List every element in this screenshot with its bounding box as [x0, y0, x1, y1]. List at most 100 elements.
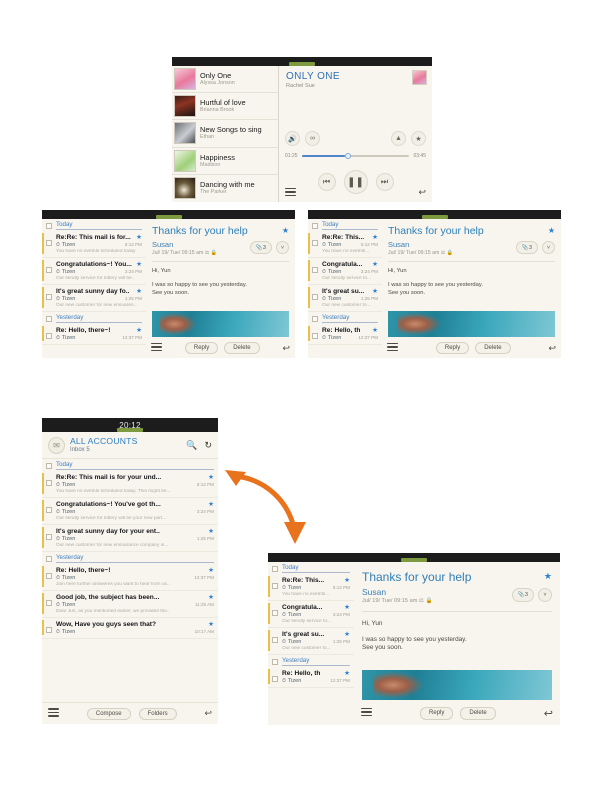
seek-handle[interactable]	[344, 153, 351, 159]
star-icon[interactable]: ★	[136, 260, 142, 268]
group-checkbox[interactable]	[46, 555, 52, 562]
chevron-down-icon[interactable]: ˅	[276, 241, 289, 254]
refresh-icon[interactable]: ↻	[204, 440, 212, 451]
row-checkbox[interactable]	[46, 294, 52, 300]
star-icon[interactable]: ★	[282, 226, 289, 235]
reply-button[interactable]: Reply	[435, 342, 470, 354]
table-row[interactable]: Congratula... ★ ⏱ Tizen 3:24 PM Our fiendly…	[308, 258, 382, 285]
table-row[interactable]: Re: Hello, there~! ★ ⏱ Tizen 12:37 PM	[42, 324, 146, 345]
star-icon[interactable]: ★	[372, 233, 378, 241]
star-icon[interactable]: ★	[208, 593, 214, 601]
table-row[interactable]: Re:Re: This... ★ ⏱ Tizen 5:12 PM You have n…	[268, 574, 354, 601]
list-item[interactable]: Happiness Madison	[172, 148, 278, 175]
music-track-list[interactable]: Only One Alyssa Jonson Hurtful of love B…	[172, 66, 279, 202]
back-icon[interactable]: ↩	[204, 708, 212, 719]
row-checkbox[interactable]	[46, 507, 52, 513]
reply-button[interactable]: Reply	[420, 706, 454, 720]
shuffle-icon[interactable]: ∞	[305, 131, 320, 146]
table-row[interactable]: Re:Re: This mail is for your und... ★ ⏱ Ti…	[42, 471, 218, 498]
mail-list-c[interactable]: Today Re:Re: This... ★ ⏱ Tizen 5:12 PM You …	[268, 562, 354, 725]
star-icon[interactable]: ★	[544, 571, 552, 582]
hamburger-icon[interactable]	[285, 187, 296, 199]
star-icon[interactable]: ★	[344, 603, 350, 611]
back-icon[interactable]: ↩	[282, 343, 290, 354]
group-checkbox[interactable]	[272, 658, 278, 665]
group-checkbox[interactable]	[46, 222, 52, 229]
row-checkbox[interactable]	[312, 333, 318, 339]
back-icon[interactable]: ↩	[544, 707, 553, 720]
group-checkbox[interactable]	[312, 222, 318, 229]
table-row[interactable]: It's great su... ★ ⏱ Tizen 1:25 PM Our new …	[268, 628, 354, 655]
hamburger-icon[interactable]	[48, 708, 59, 719]
back-icon[interactable]: ↩	[418, 187, 426, 198]
row-checkbox[interactable]	[46, 480, 52, 486]
star-icon[interactable]: ★	[344, 630, 350, 638]
star-icon[interactable]: ★	[372, 260, 378, 268]
row-checkbox[interactable]	[272, 610, 278, 616]
table-row[interactable]: It's great sunny day for your ent.. ★ ⏱ Ti…	[42, 525, 218, 552]
star-icon[interactable]: ★	[344, 576, 350, 584]
star-icon[interactable]: ★	[208, 500, 214, 508]
attachment-chip[interactable]: 📎 3	[249, 241, 272, 254]
chevron-down-icon[interactable]: ˅	[538, 588, 552, 602]
reply-button[interactable]: Reply	[184, 342, 219, 354]
list-item[interactable]: Dancing with me The Parker	[172, 175, 278, 202]
back-icon[interactable]: ↩	[548, 343, 556, 354]
row-checkbox[interactable]	[312, 267, 318, 273]
search-icon[interactable]: 🔍	[186, 440, 197, 451]
play-pause-button[interactable]: ❚❚	[343, 170, 368, 194]
hamburger-icon[interactable]	[151, 342, 162, 354]
row-checkbox[interactable]	[312, 294, 318, 300]
table-row[interactable]: It's great su... ★ ⏱ Tizen 1:25 PM Our new …	[308, 285, 382, 312]
table-row[interactable]: Re: Hello, th ★ ⏱ Tizen 12:37 PM	[308, 324, 382, 345]
table-row[interactable]: Re: Hello, th ★ ⏱ Tizen 12:37 PM	[268, 667, 354, 688]
delete-button[interactable]: Delete	[460, 706, 496, 720]
hamburger-icon[interactable]	[361, 707, 372, 719]
chevron-down-icon[interactable]: ˅	[542, 241, 555, 254]
star-icon[interactable]: ★	[136, 326, 142, 334]
table-row[interactable]: Congratulations~! You've got th... ★ ⏱ Tiz…	[42, 498, 218, 525]
star-icon[interactable]: ★	[208, 473, 214, 481]
star-icon[interactable]: ★	[548, 226, 555, 235]
row-checkbox[interactable]	[312, 240, 318, 246]
compose-button[interactable]: Compose	[86, 707, 131, 720]
star-icon[interactable]: ★	[372, 287, 378, 295]
row-checkbox[interactable]	[46, 333, 52, 339]
row-checkbox[interactable]	[272, 637, 278, 643]
table-row[interactable]: Wow, Have you guys seen that? ★ ⏱ Tizen 10:…	[42, 618, 218, 639]
table-row[interactable]: Congratula... ★ ⏱ Tizen 3:24 PM Our fiendly…	[268, 601, 354, 628]
row-checkbox[interactable]	[272, 583, 278, 589]
group-checkbox[interactable]	[46, 462, 52, 469]
previous-button[interactable]: ⏮	[317, 173, 336, 191]
attachment-chip[interactable]: 📎 3	[511, 588, 534, 602]
mail-list-b[interactable]: Today Re:Re: This... ★ ⏱ Tizen 5:12 PM You …	[308, 219, 382, 358]
group-checkbox[interactable]	[46, 315, 52, 322]
row-checkbox[interactable]	[46, 600, 52, 606]
volume-icon[interactable]: 🔊	[285, 131, 300, 146]
row-checkbox[interactable]	[46, 240, 52, 246]
row-checkbox[interactable]	[46, 267, 52, 273]
list-item[interactable]: Hurtful of love Brianna Brook	[172, 93, 278, 121]
list-item[interactable]: New Songs to sing Ethan	[172, 120, 278, 148]
folders-button[interactable]: Folders	[138, 707, 177, 720]
table-row[interactable]: Re:Re: This mail is for... ★ ⏱ Tizen 5:12 P…	[42, 231, 146, 258]
group-checkbox[interactable]	[272, 565, 278, 572]
mail-list-a[interactable]: Today Re:Re: This mail is for... ★ ⏱ Tizen…	[42, 219, 146, 358]
star-icon[interactable]: ★	[208, 620, 214, 628]
group-checkbox[interactable]	[312, 315, 318, 322]
seek-slider[interactable]	[301, 153, 410, 159]
table-row[interactable]: Re:Re: This... ★ ⏱ Tizen 5:12 PM You have n…	[308, 231, 382, 258]
mail-list-full[interactable]: Today Re:Re: This mail is for your und..…	[42, 459, 218, 702]
row-checkbox[interactable]	[46, 627, 52, 633]
list-item[interactable]: Only One Alyssa Jonson	[172, 66, 278, 94]
inbox-label[interactable]: Inbox 5	[70, 446, 179, 454]
attachment-chip[interactable]: 📎 3	[515, 241, 538, 254]
star-icon[interactable]: ★	[372, 326, 378, 334]
star-icon[interactable]: ★	[411, 131, 426, 146]
delete-button[interactable]: Delete	[224, 342, 260, 354]
delete-button[interactable]: Delete	[475, 342, 511, 354]
row-checkbox[interactable]	[46, 573, 52, 579]
star-icon[interactable]: ★	[136, 287, 142, 295]
hamburger-icon[interactable]	[387, 342, 398, 354]
table-row[interactable]: Congratulations~! You... ★ ⏱ Tizen 3:24 PM …	[42, 258, 146, 285]
